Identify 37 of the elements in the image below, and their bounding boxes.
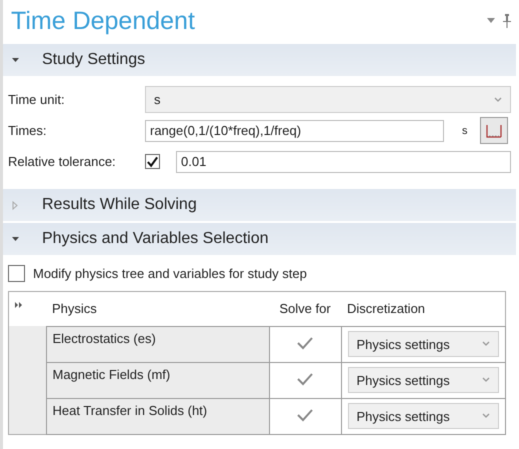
time-unit-dropdown[interactable]: s — [145, 86, 511, 113]
pin-icon[interactable] — [503, 14, 511, 28]
panel-title: Time Dependent — [11, 6, 196, 36]
chevron-down-icon — [494, 96, 502, 102]
field-label: Times: — [8, 123, 48, 138]
table-cell: Magnetic Fields (mf) — [52, 366, 170, 382]
column-header: Discretization — [347, 301, 426, 316]
checkmark-icon[interactable] — [296, 372, 314, 386]
section-header[interactable]: Results While Solving — [3, 189, 516, 221]
expand-columns-icon[interactable] — [15, 302, 23, 308]
field-label: Relative tolerance: — [8, 154, 117, 169]
discretization-dropdown[interactable]: Physics settings — [348, 403, 499, 429]
section-header[interactable]: Physics and Variables Selection — [3, 223, 516, 255]
times-input[interactable]: range(0,1/(10*freq),1/freq) — [145, 120, 444, 142]
tolerance-input[interactable]: 0.01 — [176, 150, 511, 172]
checkmark-icon[interactable] — [296, 408, 314, 422]
field-label: Time unit: — [8, 92, 66, 107]
unit-label: s — [462, 124, 468, 136]
discretization-dropdown[interactable]: Physics settings — [348, 367, 499, 393]
dropdown-icon[interactable] — [487, 18, 495, 24]
table-cell: Heat Transfer in Solids (ht) — [52, 402, 208, 418]
table-cell: Electrostatics (es) — [52, 330, 156, 346]
column-header: Physics — [52, 301, 97, 316]
chevron-down-icon — [482, 341, 490, 347]
checkbox[interactable] — [145, 154, 160, 169]
range-button[interactable] — [480, 117, 508, 144]
expand-icon — [11, 234, 20, 244]
checkmark-icon[interactable] — [296, 336, 314, 350]
chevron-down-icon — [482, 377, 490, 383]
section-header[interactable]: Study Settings — [3, 44, 516, 76]
checkbox[interactable] — [8, 264, 25, 282]
discretization-dropdown[interactable]: Physics settings — [348, 331, 499, 357]
expand-icon — [11, 200, 20, 210]
column-header: Solve for — [279, 301, 331, 316]
expand-icon — [11, 56, 20, 64]
checkbox-label: Modify physics tree and variables for study step — [33, 266, 307, 280]
chevron-down-icon — [482, 413, 490, 419]
